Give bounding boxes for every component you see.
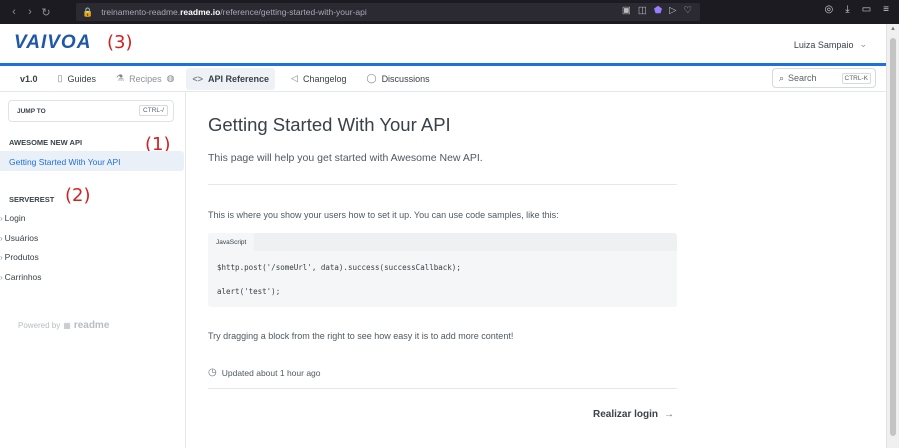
page-title: Getting Started With Your API <box>208 114 451 135</box>
nav-guides[interactable]: ▯ Guides <box>54 68 100 90</box>
sidebar-item-label[interactable]: Getting Started With Your API <box>9 157 121 167</box>
shield-icon[interactable]: ⬟ <box>654 5 662 16</box>
browser-toolbar: ‹ › ↻ 🔒 treinamento-readme.readme.io/ref… <box>0 0 899 24</box>
drag-hint-text: Try dragging a block from the right to s… <box>208 331 514 341</box>
chevron-right-icon: › <box>0 252 3 262</box>
user-name: Luiza Sampaio <box>793 39 854 50</box>
chevron-right-icon: › <box>0 233 3 243</box>
jump-shortcut: CTRL-/ <box>139 105 168 116</box>
divider <box>208 388 677 389</box>
version-selector[interactable]: v1.0 <box>16 68 42 90</box>
main-content: Getting Started With Your API This page … <box>187 92 886 448</box>
brand-logo[interactable]: VAIVOA <box>14 32 91 54</box>
badge-icon: ◍ <box>166 73 175 83</box>
page-subtitle: This page will help you get started with… <box>208 152 483 164</box>
reader-mode-icon[interactable]: ▭ <box>862 4 871 15</box>
app-header: VAIVOA (3) Luiza Sampaio ⌄ <box>0 24 899 64</box>
sidebar-item-usuarios[interactable]: › Usuários <box>0 233 38 243</box>
sidebar: JUMP TO CTRL-/ AWESOME NEW API (1) Getti… <box>0 92 186 448</box>
sidebar-item-login[interactable]: › Login <box>0 213 25 223</box>
next-page-link[interactable]: Realizar login → <box>593 409 674 420</box>
code-tabs: JavaScript <box>208 233 677 251</box>
annotation-3: (3) <box>107 32 133 53</box>
nav-discussions[interactable]: ◯ Discussions <box>362 68 433 90</box>
arrow-right-icon: → <box>664 409 675 420</box>
history-icon: ◷ <box>208 367 217 378</box>
code-block: JavaScript $http.post('/someUrl', data).… <box>208 233 677 307</box>
sidebar-item-produtos[interactable]: › Produtos <box>0 252 39 262</box>
megaphone-icon: ◁ <box>291 73 298 83</box>
scrollbar[interactable]: ▲ <box>886 24 899 448</box>
divider <box>208 184 677 185</box>
back-icon[interactable]: ‹ <box>6 6 22 18</box>
sidebar-section-serverest: SERVEREST <box>9 195 55 204</box>
lock-icon: 🔒 <box>82 6 94 17</box>
chevron-right-icon: › <box>0 213 3 223</box>
scroll-thumb[interactable] <box>890 38 896 436</box>
flask-icon: ⚗ <box>116 73 125 83</box>
search-button[interactable]: ⌕ Search CTRL-K <box>772 68 876 88</box>
code-line: $http.post('/someUrl', data).success(suc… <box>217 263 461 272</box>
user-menu[interactable]: Luiza Sampaio ⌄ <box>794 39 867 50</box>
search-icon: ⌕ <box>779 72 785 83</box>
chevron-right-icon: › <box>0 272 3 282</box>
download-icon[interactable]: ⤓ <box>845 4 849 15</box>
bookmark-icon[interactable]: ♡ <box>683 5 692 16</box>
address-bar[interactable]: 🔒 treinamento-readme.readme.io/reference… <box>76 3 700 21</box>
reader-icon[interactable]: ▣ <box>622 5 631 16</box>
forward-icon[interactable]: › <box>22 6 38 18</box>
nav-api-reference[interactable]: <> API Reference <box>186 67 276 90</box>
code-icon: <> <box>192 73 203 84</box>
search-shortcut: CTRL-K <box>841 73 871 84</box>
extensions-icon[interactable]: ◎ <box>825 4 834 15</box>
updated-info: ◷ Updated about 1 hour ago <box>208 367 321 378</box>
sidebar-section-awesome-new-api: AWESOME NEW API <box>9 138 83 147</box>
book-icon: ▯ <box>57 73 63 83</box>
menu-icon[interactable]: ≡ <box>883 4 889 15</box>
nav-changelog[interactable]: ◁ Changelog <box>287 68 350 90</box>
annotation-2: (2) <box>65 185 91 206</box>
sidebar-item-carrinhos[interactable]: › Carrinhos <box>0 272 42 282</box>
powered-by-readme[interactable]: Powered by ▦ readme <box>18 320 109 331</box>
screenshot-icon[interactable]: ◫ <box>638 5 647 16</box>
chevron-down-icon: ⌄ <box>859 39 867 49</box>
code-line: alert('test'); <box>217 287 281 296</box>
code-tab-javascript[interactable]: JavaScript <box>208 233 255 251</box>
url-text: treinamento-readme.readme.io/reference/g… <box>101 7 367 17</box>
scroll-up-icon[interactable]: ▲ <box>890 26 896 32</box>
chat-icon: ◯ <box>366 73 377 83</box>
reload-icon[interactable]: ↻ <box>38 6 54 19</box>
readme-logo-icon: ▦ <box>63 321 71 330</box>
intro-text: This is where you show your users how to… <box>208 210 559 220</box>
top-nav: v1.0 ▯ Guides ⚗ Recipes ◍ <> API Referen… <box>0 66 886 92</box>
play-icon[interactable]: ▷ <box>669 5 676 16</box>
nav-recipes[interactable]: ⚗ Recipes ◍ <box>112 68 178 90</box>
jump-to-button[interactable]: JUMP TO CTRL-/ <box>8 100 174 122</box>
